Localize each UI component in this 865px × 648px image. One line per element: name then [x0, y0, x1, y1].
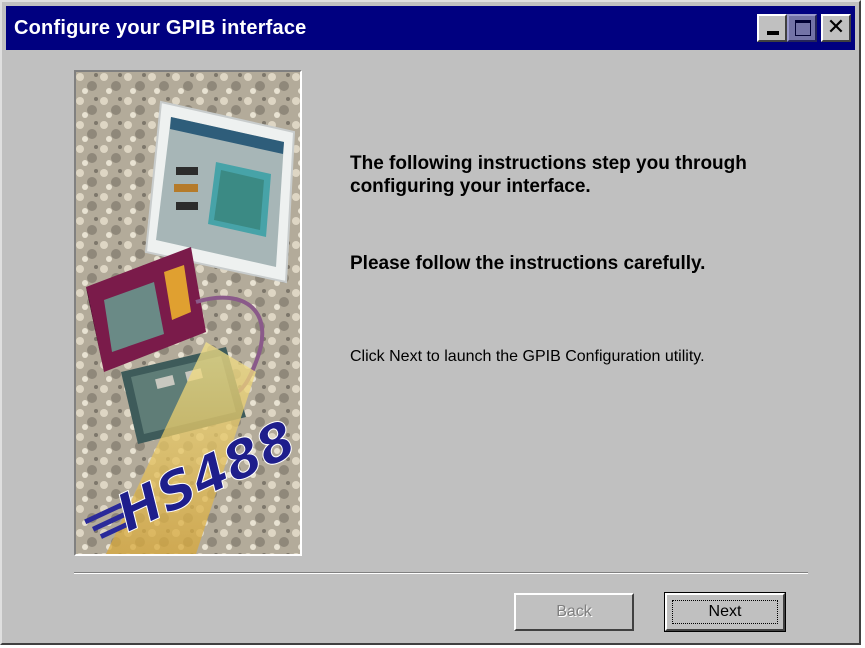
button-divider: [74, 572, 808, 574]
maximize-button: [787, 14, 817, 42]
product-illustration: HS488: [74, 70, 302, 556]
next-hint-text: Click Next to launch the GPIB Configurat…: [350, 348, 705, 365]
minimize-button[interactable]: [757, 14, 787, 42]
window-title: Configure your GPIB interface: [14, 16, 307, 39]
window-controls: ✕: [757, 14, 851, 42]
focus-rectangle: [672, 600, 778, 624]
back-button[interactable]: Back: [514, 593, 634, 631]
next-button[interactable]: Next: [664, 592, 786, 632]
close-button[interactable]: ✕: [821, 14, 851, 42]
caution-text: Please follow the instructions carefully…: [350, 253, 706, 274]
title-bar[interactable]: Configure your GPIB interface ✕: [6, 6, 855, 50]
close-icon: ✕: [826, 15, 846, 40]
minimize-icon: [767, 31, 779, 35]
back-button-label: Back: [556, 603, 592, 620]
intro-text: The following instructions step you thro…: [350, 153, 747, 197]
dialog-window: Configure your GPIB interface ✕ HS488 Th…: [0, 0, 861, 645]
maximize-icon: [795, 20, 811, 36]
